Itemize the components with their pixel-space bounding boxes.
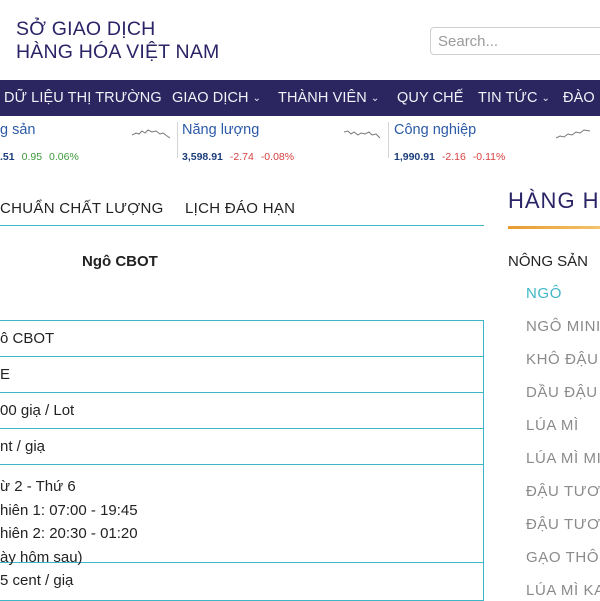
tab-quality-standards[interactable]: CHUẨN CHẤT LƯỢNG: [0, 200, 164, 217]
ticker-item[interactable]: Công nghiệp 1,990.91 -2.16 -0.11%: [394, 122, 594, 163]
sparkline-icon: [556, 129, 590, 139]
table-cell-text: hiên 2: 20:30 - 01:20: [0, 525, 138, 542]
nav-item-members[interactable]: THÀNH VIÊN ⌄: [278, 80, 379, 116]
nav-label: TIN TỨC: [478, 90, 538, 106]
sidebar-item-rough-rice[interactable]: GẠO THÔ: [526, 549, 599, 566]
table-cell-text: E: [0, 366, 11, 383]
product-title: Ngô CBOT: [82, 253, 158, 270]
ticker-item[interactable]: Năng lượng 3,598.91 -2.74 -0.08%: [182, 122, 382, 163]
tab-expiry-calendar[interactable]: LỊCH ĐÁO HẠN: [185, 200, 295, 217]
table-row: nt / giạ: [0, 429, 484, 465]
ticker-percent: 0.06%: [49, 151, 79, 163]
sparkline-icon: [132, 129, 170, 139]
nav-item-regulations[interactable]: QUY CHẾ: [397, 80, 464, 116]
ticker-name: g sản: [0, 122, 36, 138]
sidebar-item-soybean[interactable]: ĐẬU TƯƠI: [526, 483, 600, 500]
ticker-value: 3,598.91: [182, 151, 223, 163]
search-input[interactable]: [430, 27, 600, 55]
nav-label: QUY CHẾ: [397, 90, 464, 106]
nav-label: ĐÀO: [563, 90, 595, 106]
ticker-name: Năng lượng: [182, 122, 260, 138]
nav-label: GIAO DỊCH: [172, 90, 249, 106]
table-row: 00 giạ / Lot: [0, 393, 484, 429]
site-logo-text[interactable]: SỞ GIAO DỊCH HÀNG HÓA VIỆT NAM: [16, 18, 220, 64]
sidebar-item-corn[interactable]: NGÔ: [526, 285, 562, 302]
table-cell-text: ô CBOT: [0, 330, 55, 347]
brand-line-1: SỞ GIAO DỊCH: [16, 18, 156, 40]
brand-line-2: HÀNG HÓA VIỆT NAM: [16, 41, 220, 63]
table-cell-text: 00 giạ / Lot: [0, 402, 75, 419]
chevron-down-icon: ⌄: [541, 93, 551, 104]
table-cell-text: ừ 2 - Thứ 6: [0, 478, 76, 495]
sparkline-icon: [344, 130, 380, 139]
nav-label: DỮ LIỆU THỊ TRƯỜNG: [4, 90, 162, 106]
ticker-percent: -0.08%: [260, 151, 295, 163]
ticker-percent: -0.11%: [472, 151, 506, 163]
chevron-down-icon: ⌄: [252, 93, 262, 104]
table-cell-text: nt / giạ: [0, 438, 46, 455]
ticker-value: 1,990.91: [394, 151, 435, 163]
table-row: E: [0, 357, 484, 393]
sidebar-item-soybean-meal[interactable]: KHÔ ĐẬU: [526, 351, 599, 368]
table-row: ô CBOT: [0, 321, 484, 357]
ticker-divider: [388, 122, 389, 158]
sidebar-item-wheat[interactable]: LÚA MÌ: [526, 417, 579, 434]
ticker-name: Công nghiệp: [394, 122, 477, 138]
index-ticker: g sản .51 0.95 0.06% Năng lượng 3,598.91 -2…: [0, 116, 600, 164]
table-row: ừ 2 - Thứ 6 hiên 1: 07:00 - 19:45 hiên 2…: [0, 465, 484, 566]
table-cell-text: 5 cent / giạ: [0, 572, 74, 589]
ticker-value: .51: [0, 151, 15, 163]
sidebar-category[interactable]: NÔNG SẢN: [508, 253, 588, 270]
sidebar-item-mini-soybean[interactable]: ĐẬU TƯƠI: [526, 516, 600, 533]
tabs-underline: [0, 225, 484, 226]
sidebar-item-mini-corn[interactable]: NGÔ MINI: [526, 318, 600, 335]
ticker-divider: [177, 122, 178, 158]
nav-item-training[interactable]: ĐÀO: [563, 80, 595, 116]
nav-label: THÀNH VIÊN: [278, 90, 367, 106]
sidebar-title-underline: [508, 226, 600, 229]
sidebar-item-mini-wheat[interactable]: LÚA MÌ MI: [526, 450, 600, 467]
nav-item-trading[interactable]: GIAO DỊCH ⌄: [172, 80, 261, 116]
table-cell-text: hiên 1: 07:00 - 19:45: [0, 501, 138, 519]
ticker-change: -2.74: [229, 151, 254, 163]
ticker-change: 0.95: [21, 151, 43, 163]
chevron-down-icon: ⌄: [370, 93, 380, 104]
nav-item-market-data[interactable]: DỮ LIỆU THỊ TRƯỜNG: [4, 80, 162, 116]
sidebar-title: HÀNG H: [508, 188, 600, 213]
sidebar-item-kc-wheat[interactable]: LÚA MÌ KA: [526, 582, 600, 599]
main-nav: DỮ LIỆU THỊ TRƯỜNG GIAO DỊCH ⌄ THÀNH VIÊN…: [0, 80, 600, 116]
ticker-change: -2.16: [441, 151, 466, 163]
spec-table: ô CBOT E 00 giạ / Lot nt / giạ ừ 2 - Thứ…: [0, 320, 484, 601]
nav-item-news[interactable]: TIN TỨC ⌄: [478, 80, 550, 116]
ticker-item[interactable]: g sản .51 0.95 0.06%: [0, 122, 200, 163]
sidebar-item-soybean-oil[interactable]: DẦU ĐẬU: [526, 384, 598, 401]
